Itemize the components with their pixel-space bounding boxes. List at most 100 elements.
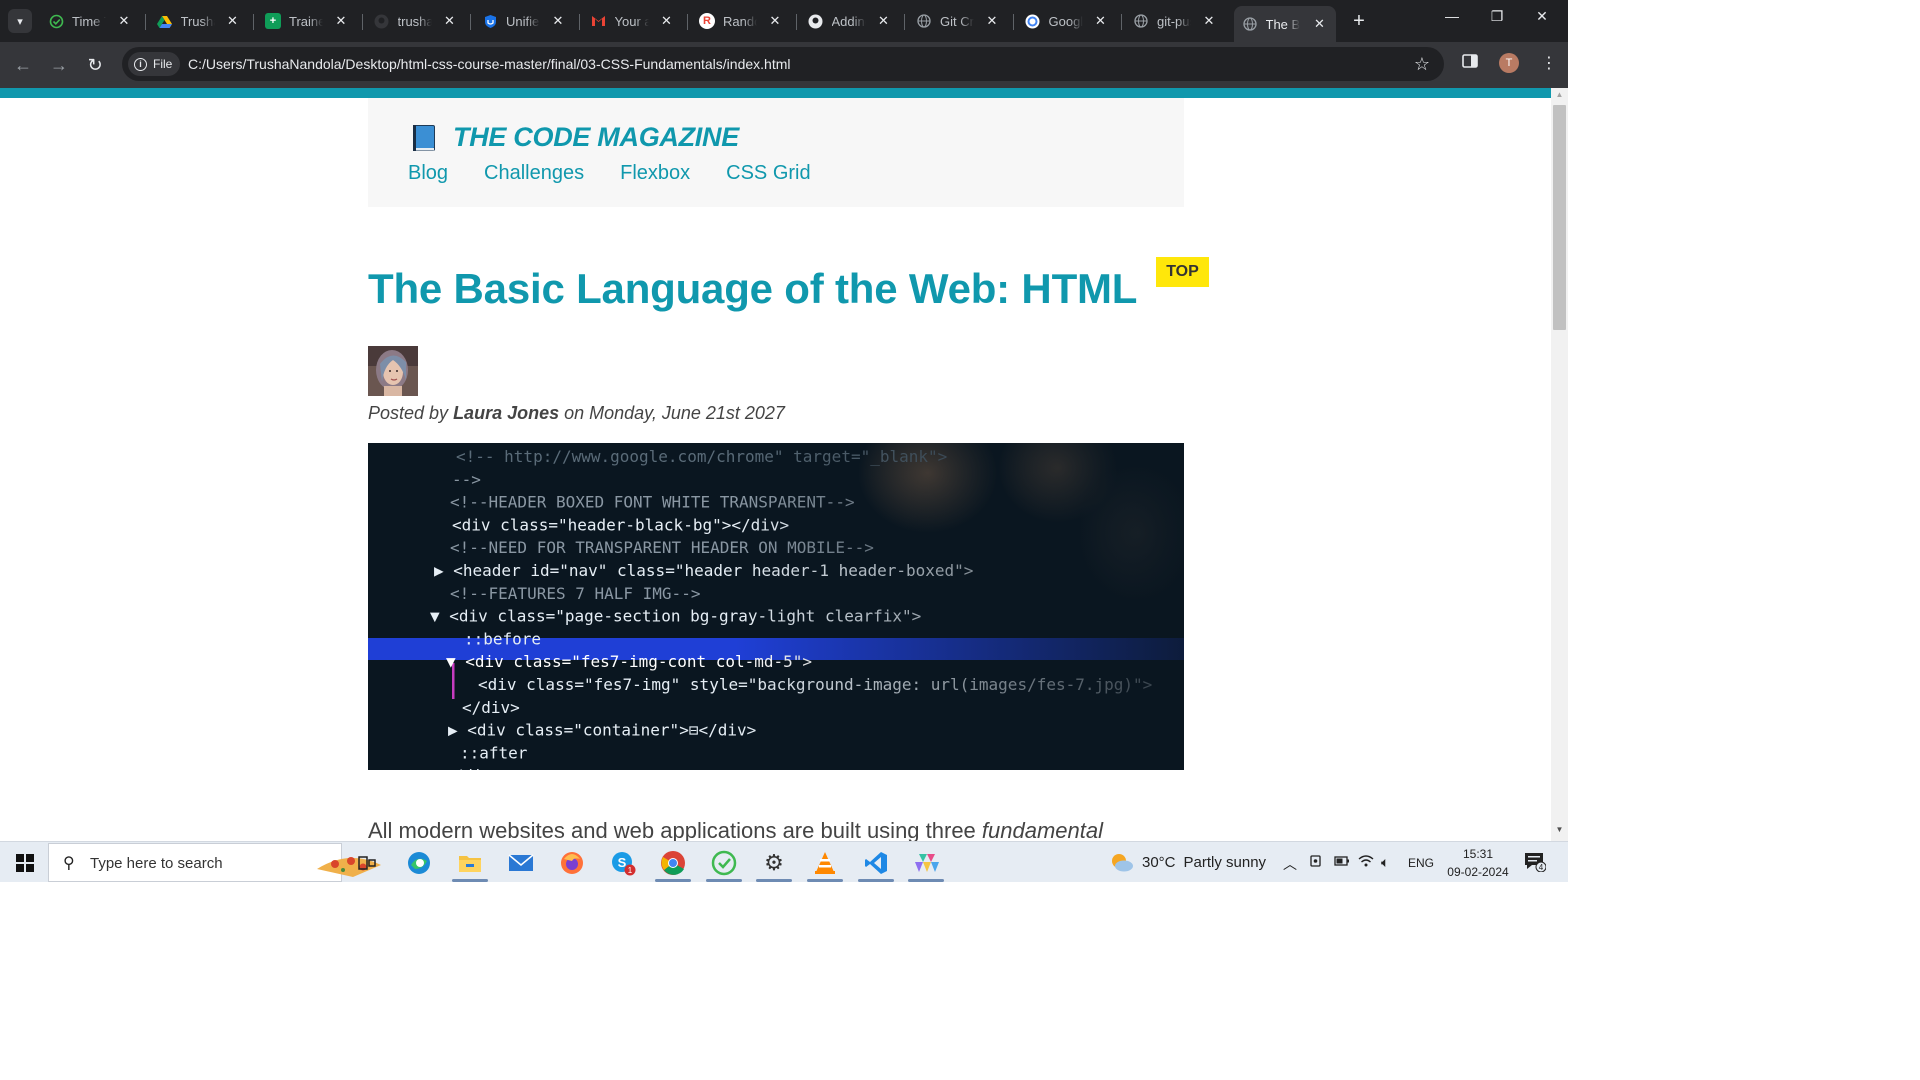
firefox-icon[interactable] bbox=[557, 848, 587, 878]
mail-icon[interactable] bbox=[506, 848, 536, 878]
weather-widget[interactable]: 30°C Partly sunny bbox=[1108, 851, 1266, 873]
reload-icon[interactable]: ↻ bbox=[82, 52, 108, 78]
minimize-window-icon[interactable]: — bbox=[1437, 8, 1467, 24]
taskbar-search-box[interactable]: ⚲ Type here to search bbox=[48, 843, 381, 882]
chrome-icon[interactable] bbox=[658, 848, 688, 878]
battery-icon[interactable] bbox=[1334, 854, 1350, 870]
top-badge: TOP bbox=[1156, 257, 1209, 287]
tab-close-icon[interactable]: ✕ bbox=[1312, 16, 1328, 32]
browser-tab[interactable]: Adding ✕ bbox=[800, 6, 900, 36]
article-intro: All modern websites and web applications… bbox=[368, 818, 1103, 841]
back-arrow-icon[interactable]: ← bbox=[10, 52, 36, 78]
blue-book-icon bbox=[410, 123, 438, 158]
nav-link-flexbox[interactable]: Flexbox bbox=[620, 162, 690, 185]
tab-close-icon[interactable]: ✕ bbox=[550, 13, 566, 29]
tab-close-icon[interactable]: ✕ bbox=[984, 13, 1000, 29]
byline-prefix: Posted by bbox=[368, 403, 454, 423]
site-header: THE CODE MAGAZINE Blog Challenges Flexbo… bbox=[368, 98, 1184, 207]
tab-title: Git Create bbox=[940, 13, 974, 29]
file-explorer-icon[interactable] bbox=[455, 848, 485, 878]
meet-now-icon[interactable] bbox=[1309, 854, 1323, 871]
github-icon bbox=[808, 13, 824, 29]
tab-close-icon[interactable]: ✕ bbox=[333, 13, 349, 29]
browser-tab[interactable]: Git Create ✕ bbox=[908, 6, 1008, 36]
partly-sunny-icon bbox=[1112, 854, 1133, 872]
browser-tab[interactable]: R Random ✕ bbox=[691, 6, 791, 36]
edge-icon[interactable] bbox=[404, 848, 434, 878]
browser-tab[interactable]: + Trainee Sheet ✕ bbox=[257, 6, 357, 36]
new-tab-button[interactable]: + bbox=[1348, 10, 1370, 32]
tab-separator bbox=[144, 14, 146, 30]
browser-tab[interactable]: trusha ✕ bbox=[366, 6, 466, 36]
browser-tab[interactable]: git-push ✕ bbox=[1125, 6, 1225, 36]
tab-separator bbox=[470, 14, 471, 30]
vlc-icon[interactable] bbox=[810, 848, 840, 878]
scrollbar-thumb[interactable] bbox=[1553, 105, 1566, 330]
browser-tab[interactable]: Unified ✕ bbox=[474, 6, 574, 36]
browser-tab[interactable]: Google ✕ bbox=[1017, 6, 1117, 36]
tab-close-icon[interactable]: ✕ bbox=[442, 13, 458, 29]
nav-link-css-grid[interactable]: CSS Grid bbox=[726, 162, 810, 185]
tab-close-icon[interactable]: ✕ bbox=[116, 13, 132, 29]
page-scrollbar[interactable]: ▲ ▼ bbox=[1551, 88, 1568, 841]
profile-avatar[interactable]: T bbox=[1499, 53, 1519, 73]
tab-close-icon[interactable]: ✕ bbox=[225, 13, 241, 29]
taskbar-clock[interactable]: 15:31 09-02-2024 bbox=[1444, 845, 1512, 881]
wifi-icon[interactable] bbox=[1358, 854, 1374, 871]
browser-tab[interactable]: Your account ✕ bbox=[583, 6, 683, 36]
nav-link-challenges[interactable]: Challenges bbox=[484, 162, 584, 185]
tab-separator bbox=[253, 14, 254, 30]
forward-arrow-icon[interactable]: → bbox=[46, 52, 72, 78]
google-sheets-icon: + bbox=[265, 13, 281, 29]
tab-close-icon[interactable]: ✕ bbox=[767, 13, 783, 29]
tab-close-icon[interactable]: ✕ bbox=[876, 13, 892, 29]
gmail-icon bbox=[591, 13, 607, 29]
more-menu-icon[interactable]: ⋮ bbox=[1541, 53, 1557, 73]
site-title[interactable]: THE CODE MAGAZINE bbox=[453, 122, 739, 153]
browser-tab[interactable]: Time Tracker ✕ bbox=[40, 6, 140, 36]
language-indicator[interactable]: ENG bbox=[1408, 856, 1434, 870]
tab-close-icon[interactable]: ✕ bbox=[1093, 13, 1109, 29]
restore-window-icon[interactable]: ❐ bbox=[1482, 8, 1512, 25]
side-panel-icon[interactable] bbox=[1462, 53, 1478, 74]
windows-start-icon[interactable] bbox=[16, 854, 34, 872]
tab-title: Trusha - Google Drive bbox=[180, 13, 215, 29]
scroll-down-arrow-icon[interactable]: ▼ bbox=[1551, 825, 1568, 839]
bookmark-star-icon[interactable]: ☆ bbox=[1414, 54, 1430, 75]
tab-title: trusha bbox=[397, 13, 432, 29]
volume-icon[interactable]: 🔈︎ bbox=[1381, 854, 1389, 871]
task-view-icon[interactable] bbox=[352, 848, 382, 878]
scroll-up-arrow-icon[interactable]: ▲ bbox=[1551, 90, 1568, 104]
git-kraken-icon[interactable] bbox=[911, 848, 941, 878]
tab-close-icon[interactable]: ✕ bbox=[659, 13, 675, 29]
tab-separator bbox=[687, 14, 688, 30]
settings-icon[interactable]: ⚙ bbox=[759, 848, 789, 878]
chrome-running-indicator bbox=[655, 879, 691, 882]
google-drive-icon bbox=[157, 13, 173, 29]
browser-tab-strip: ▾ Time Tracker ✕ Trusha - Google Drive ✕ + Tr… bbox=[0, 0, 1568, 42]
weather-desc: Partly sunny bbox=[1183, 853, 1267, 871]
skype-icon[interactable]: S1 bbox=[608, 848, 638, 878]
top-accent-bar bbox=[0, 88, 1551, 98]
vscode-icon[interactable] bbox=[861, 848, 891, 878]
article-title: The Basic Language of the Web: HTML bbox=[368, 265, 1138, 312]
tab-separator bbox=[904, 14, 905, 30]
address-bar[interactable]: i File C:/Users/TrushaNandola/Desktop/ht… bbox=[122, 47, 1444, 81]
browser-toolbar: ← → ↻ i File C:/Users/TrushaNandola/Desk… bbox=[0, 42, 1568, 88]
url-text[interactable]: C:/Users/TrushaNandola/Desktop/html-css-… bbox=[188, 56, 790, 72]
r-logo-icon: R bbox=[699, 13, 715, 29]
browser-tab[interactable]: Trusha - Google Drive ✕ bbox=[149, 6, 249, 36]
tab-close-icon[interactable]: ✕ bbox=[1201, 13, 1217, 29]
tab-separator bbox=[795, 14, 797, 30]
close-window-icon[interactable]: ✕ bbox=[1527, 8, 1557, 25]
time-tracker-icon[interactable] bbox=[709, 848, 739, 878]
tab-search-button[interactable]: ▾ bbox=[8, 9, 32, 33]
notification-center-icon[interactable]: 4 bbox=[1524, 852, 1547, 873]
weather-temp: 30°C bbox=[1142, 853, 1176, 871]
site-info-chip[interactable]: i File bbox=[128, 52, 181, 76]
show-hidden-icons-chevron-icon[interactable]: ︿ bbox=[1283, 854, 1297, 874]
globe-icon bbox=[1133, 13, 1149, 29]
browser-tab-active[interactable]: The Basic Language of the Web: HTML ✕ bbox=[1233, 6, 1336, 42]
nav-link-blog[interactable]: Blog bbox=[408, 162, 448, 185]
code-screenshot-image: <!-- http://www.google.com/chrome" targe… bbox=[368, 443, 1184, 770]
